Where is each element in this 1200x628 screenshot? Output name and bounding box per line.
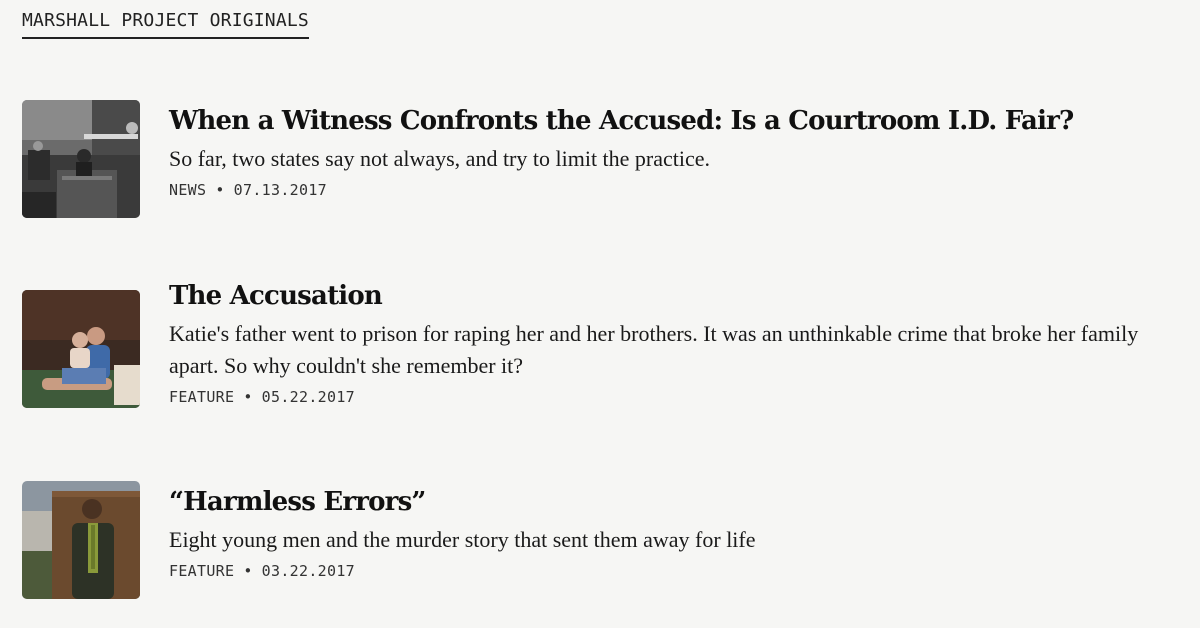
article-thumbnail[interactable] <box>22 481 140 599</box>
article-date: 05.22.2017 <box>261 388 355 406</box>
article-category: NEWS <box>169 181 207 199</box>
article-headline[interactable]: When a Witness Confronts the Accused: Is… <box>169 105 1159 137</box>
portrait-photo <box>22 481 140 599</box>
article-category: FEATURE <box>169 388 235 406</box>
article-date: 07.13.2017 <box>233 181 327 199</box>
courtroom-photo <box>22 100 140 218</box>
article-meta: FEATURE • 03.22.2017 <box>169 562 1159 580</box>
article-meta: FEATURE • 05.22.2017 <box>169 388 1159 406</box>
article-category: FEATURE <box>169 562 235 580</box>
article-thumbnail[interactable] <box>22 100 140 218</box>
meta-separator: • <box>243 562 253 580</box>
meta-separator: • <box>243 388 253 406</box>
meta-separator: • <box>215 181 225 199</box>
article-headline[interactable]: “Harmless Errors” <box>169 486 1159 518</box>
article-dek: So far, two states say not always, and t… <box>169 146 711 171</box>
section-label: MARSHALL PROJECT ORIGINALS <box>22 10 309 39</box>
article-dek: Eight young men and the murder story tha… <box>169 527 756 552</box>
article-dek: Katie's father went to prison for raping… <box>169 321 1139 378</box>
family-photo <box>22 290 140 408</box>
article-date: 03.22.2017 <box>261 562 355 580</box>
article-thumbnail[interactable] <box>22 290 140 408</box>
article-headline[interactable]: The Accusation <box>169 280 1159 312</box>
article-meta: NEWS • 07.13.2017 <box>169 181 1159 199</box>
